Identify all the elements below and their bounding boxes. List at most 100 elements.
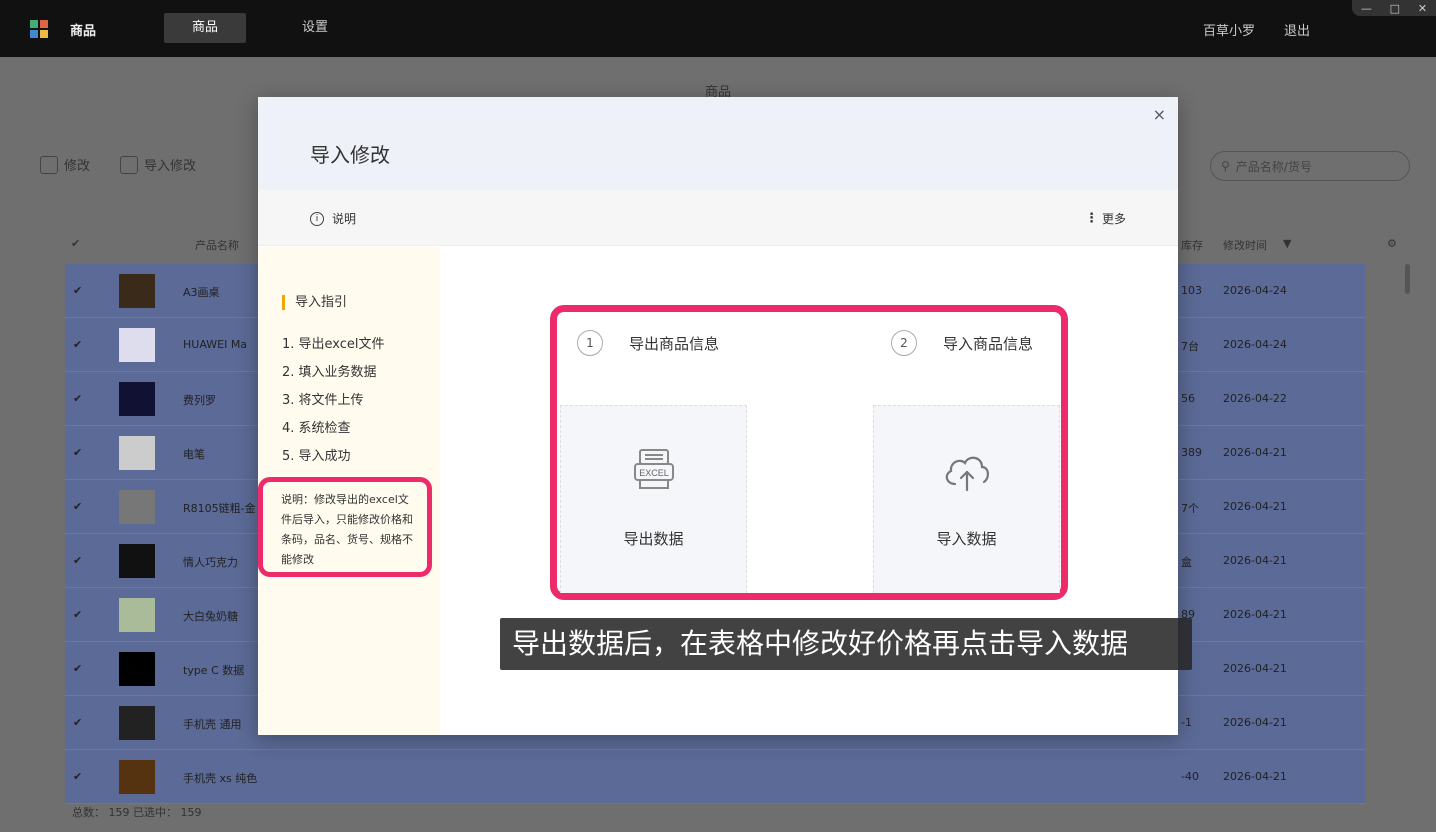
modified-date: 2026-04-21 [1223,608,1287,621]
product-stock: 389 [1181,446,1202,459]
row-checkbox[interactable]: ✔ [73,770,85,783]
modified-date: 2026-04-24 [1223,338,1287,351]
product-thumbnail [119,274,155,308]
maximize-icon[interactable]: □ [1390,2,1400,15]
more-vertical-icon: ⋮ [1084,210,1098,226]
close-window-icon[interactable]: ✕ [1418,2,1427,15]
product-name: A3画桌 [183,286,220,299]
video-caption: 导出数据后，在表格中修改好价格再点击导入数据 [500,618,1192,670]
product-name: HUAWEI Ma [183,338,248,351]
step-import-header: 2 导入商品信息 [891,330,1033,356]
product-name: 情人巧克力 [183,556,238,569]
search-input[interactable]: ⚲ 产品名称/货号 [1210,151,1410,181]
logout-link[interactable]: 退出 [1284,20,1310,39]
product-thumbnail [119,598,155,632]
guide-title: 导入指引 [282,295,347,310]
excel-export-icon: EXCEL [634,449,674,489]
search-placeholder: 产品名称/货号 [1235,159,1312,174]
product-name: 电笔 [183,448,205,461]
row-checkbox[interactable]: ✔ [73,716,85,729]
edit-button[interactable]: 修改 [40,155,90,174]
product-stock: 盒 [1181,556,1192,569]
product-name: 大白兔奶糖 [183,610,238,623]
product-stock: 103 [1181,284,1202,297]
select-all-checkbox[interactable]: ✔ [71,237,80,250]
dialog-toolbar: i 说明 ⋮ 更多 [258,190,1178,246]
import-flow-panel: 1 导出商品信息 2 导入商品信息 EXCEL 导出数据 导入数据 [550,305,1068,600]
col-name: 产品名称 [195,239,239,252]
product-stock: 7台 [1181,340,1199,353]
product-thumbnail [119,544,155,578]
product-name: R8105链粗-金 [183,502,256,515]
step-label: 导入商品信息 [943,334,1034,353]
minimize-icon[interactable]: — [1361,2,1372,15]
product-thumbnail [119,706,155,740]
row-checkbox[interactable]: ✔ [73,500,85,513]
edit-icon [40,155,58,174]
info-link[interactable]: i 说明 [310,210,356,227]
step-number: 2 [891,330,917,356]
row-checkbox[interactable]: ✔ [73,608,85,621]
product-thumbnail [119,490,155,524]
column-settings-icon[interactable]: ⚙ [1387,237,1397,250]
app-logo-icon [30,20,48,38]
guide-step: 1. 导出excel文件 [282,337,385,352]
guide-note: 说明：修改导出的excel文件后导入，只能修改价格和条码，品名、货号、规格不能修… [258,477,432,577]
user-name[interactable]: 百草小罗 [1203,20,1255,39]
close-icon[interactable]: × [1153,105,1166,124]
excel-text: EXCEL [639,468,669,478]
import-edit-button[interactable]: 导入修改 [120,155,196,174]
modified-date: 2026-04-21 [1223,554,1287,567]
row-checkbox[interactable]: ✔ [73,662,85,675]
export-data-button[interactable]: EXCEL 导出数据 [560,405,747,593]
row-checkbox[interactable]: ✔ [73,554,85,567]
app-titlebar: 商品 商品 设置 百草小罗 退出 — □ ✕ [0,0,1436,57]
product-name: 费列罗 [183,394,216,407]
guide-step: 5. 导入成功 [282,449,351,464]
modified-date: 2026-04-21 [1223,662,1287,675]
product-thumbnail [119,436,155,470]
product-thumbnail [119,760,155,794]
more-button[interactable]: ⋮ 更多 [1085,210,1126,227]
nav-products[interactable]: 商品 [164,13,247,43]
dialog-header: 导入修改 × [258,97,1178,190]
product-name: 手机壳 通用 [183,718,242,731]
product-stock: -1 [1181,716,1192,729]
guide-step: 3. 将文件上传 [282,393,364,408]
import-data-label: 导入数据 [936,530,997,548]
product-thumbnail [119,382,155,416]
dialog-title: 导入修改 [310,143,390,167]
product-name: 手机壳 xs 纯色 [183,772,258,785]
import-data-button[interactable]: 导入数据 [873,405,1060,593]
modified-date: 2026-04-21 [1223,770,1287,783]
info-icon: i [310,211,324,226]
sort-desc-icon[interactable]: ▼ [1283,237,1291,250]
search-icon: ⚲ [1221,159,1230,173]
product-thumbnail [119,652,155,686]
window-controls: — □ ✕ [1352,0,1436,16]
col-date[interactable]: 修改时间 [1223,237,1267,253]
import-edit-label: 导入修改 [144,159,197,174]
table-row[interactable]: ✔ 手机壳 xs 纯色 -40 2026-04-21 [65,750,1365,804]
export-data-label: 导出数据 [623,530,684,548]
step-number: 1 [577,330,603,356]
guide-step: 2. 填入业务数据 [282,365,377,380]
product-thumbnail [119,328,155,362]
modified-date: 2026-04-24 [1223,284,1287,297]
product-stock: 56 [1181,392,1195,405]
row-checkbox[interactable]: ✔ [73,338,85,351]
selection-summary: 总数： 159 已选中： 159 [72,806,202,819]
modified-date: 2026-04-22 [1223,392,1287,405]
import-guide-panel: 导入指引 1. 导出excel文件 2. 填入业务数据 3. 将文件上传 4. … [258,247,440,735]
info-label: 说明 [332,212,357,226]
row-checkbox[interactable]: ✔ [73,446,85,459]
col-stock: 库存 [1181,239,1203,252]
nav-settings[interactable]: 设置 [274,13,356,43]
product-name: type C 数据 [183,664,245,677]
row-checkbox[interactable]: ✔ [73,284,85,297]
table-scrollbar[interactable] [1405,264,1410,294]
row-checkbox[interactable]: ✔ [73,392,85,405]
guide-step: 4. 系统检查 [282,421,351,436]
modified-date: 2026-04-21 [1223,446,1287,459]
step-label: 导出商品信息 [629,334,720,353]
